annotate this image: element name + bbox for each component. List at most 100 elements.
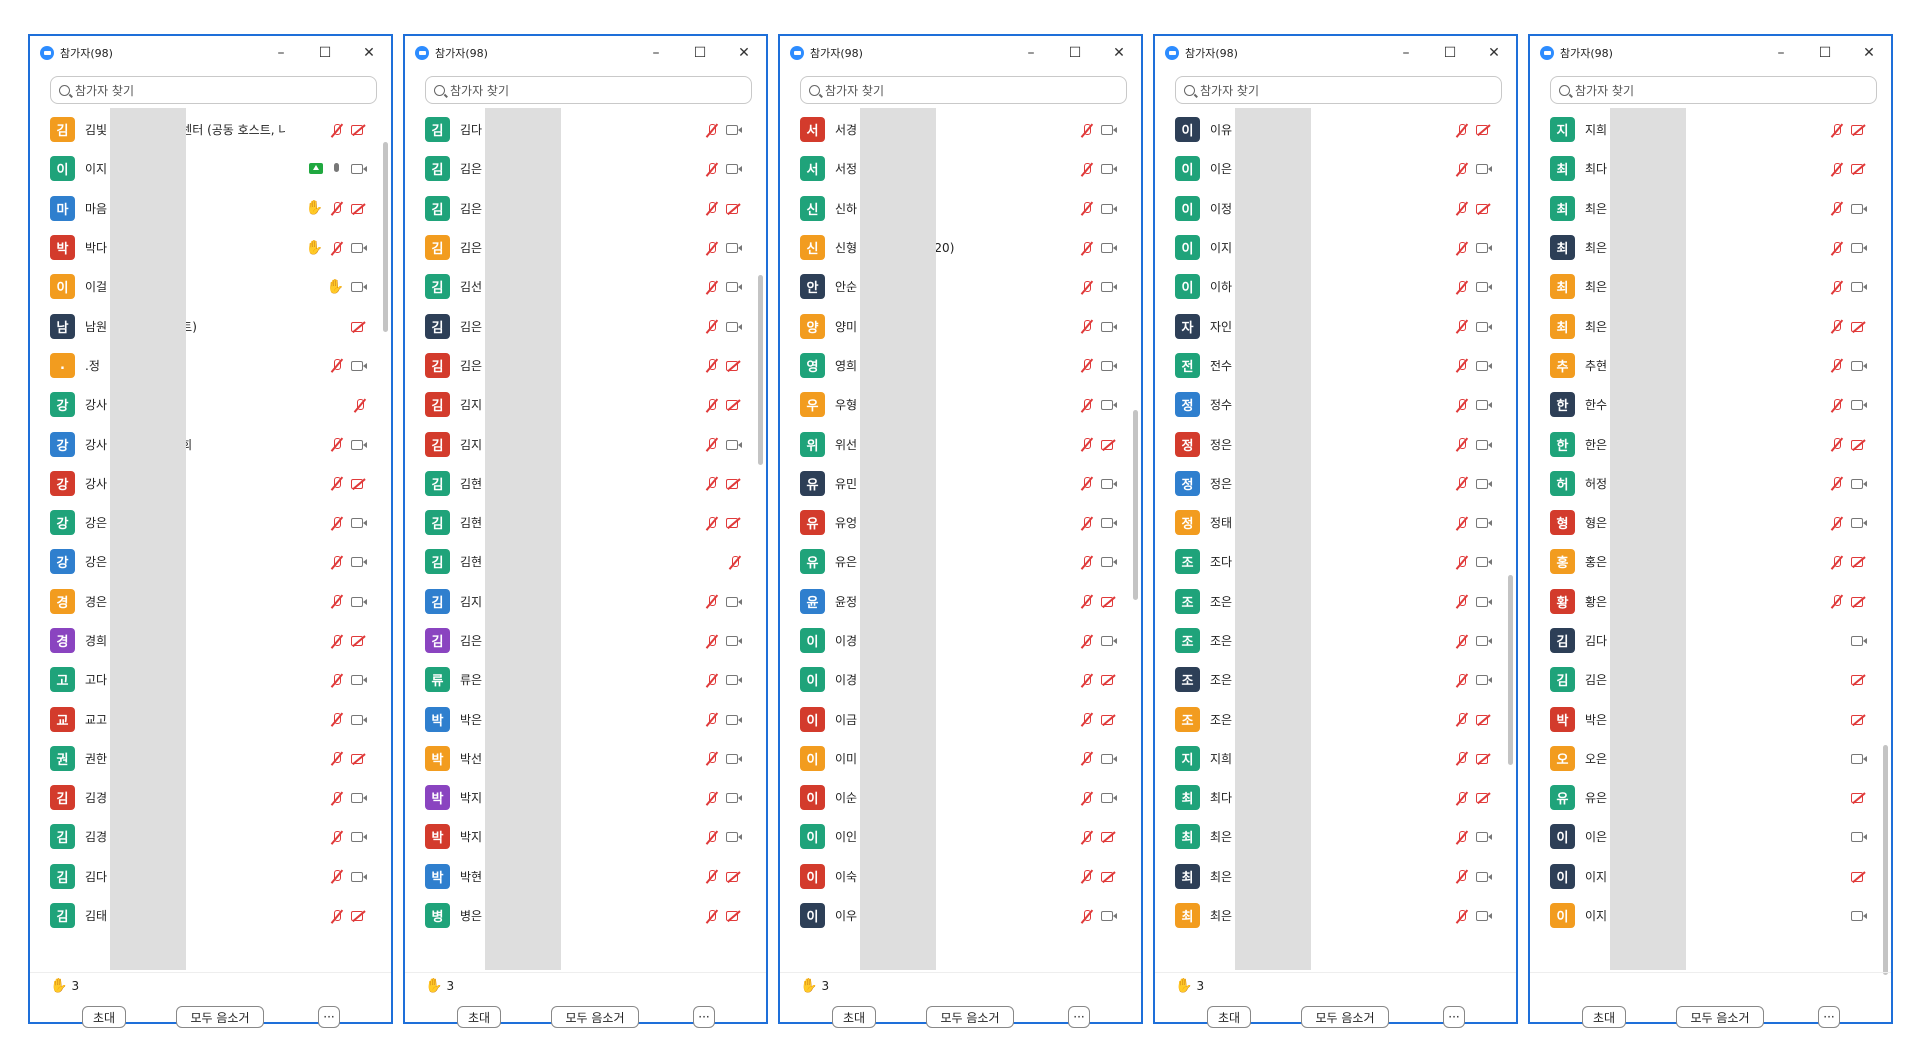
microphone-muted-icon[interactable] — [1080, 869, 1094, 883]
participant-row[interactable]: 형 형은 — [1530, 503, 1881, 542]
participant-row[interactable]: 박 박은 — [405, 699, 756, 738]
participant-row[interactable]: 이 이순 — [780, 778, 1131, 817]
microphone-muted-icon[interactable] — [1455, 909, 1469, 923]
participant-row[interactable]: 박 박다 ✋ — [30, 228, 381, 267]
participant-row[interactable]: 김 김경 — [30, 817, 381, 856]
more-options-button[interactable]: ··· — [1068, 1006, 1090, 1028]
microphone-muted-icon[interactable] — [705, 241, 719, 255]
participant-row[interactable]: 최 최다 — [1530, 149, 1881, 188]
microphone-muted-icon[interactable] — [1080, 201, 1094, 215]
participant-row[interactable]: . .정 — [30, 346, 381, 385]
microphone-muted-icon[interactable] — [1830, 358, 1844, 372]
microphone-muted-icon[interactable] — [1080, 712, 1094, 726]
microphone-muted-icon[interactable] — [1830, 201, 1844, 215]
mute-all-button[interactable]: 모두 음소거 — [1676, 1006, 1764, 1028]
participant-row[interactable]: 추 추현 — [1530, 346, 1881, 385]
maximize-button[interactable]: ☐ — [1803, 45, 1847, 61]
more-options-button[interactable]: ··· — [1443, 1006, 1465, 1028]
maximize-button[interactable]: ☐ — [303, 45, 347, 61]
participant-row[interactable]: 지 지희 — [1155, 739, 1506, 778]
microphone-muted-icon[interactable] — [330, 241, 344, 255]
participant-row[interactable]: 박 박지 — [405, 817, 756, 856]
participant-row[interactable]: 이 이인 — [780, 817, 1131, 856]
microphone-muted-icon[interactable] — [705, 437, 719, 451]
participant-row[interactable]: 김 김현 — [405, 542, 756, 581]
participant-row[interactable]: 김 김선 — [405, 267, 756, 306]
participant-row[interactable]: 김 김현 — [405, 464, 756, 503]
participant-row[interactable]: 오 오은 — [1530, 739, 1881, 778]
microphone-muted-icon[interactable] — [705, 909, 719, 923]
participant-row[interactable]: 이 이유 — [1155, 110, 1506, 149]
microphone-muted-icon[interactable] — [728, 555, 742, 569]
participant-row[interactable]: 정 정은 — [1155, 424, 1506, 463]
participant-row[interactable]: 유 유엉 — [780, 503, 1131, 542]
participant-row[interactable]: 강 강사 — [30, 385, 381, 424]
participant-row[interactable]: 김 김은 — [405, 346, 756, 385]
participant-row[interactable]: 이 이우 — [780, 896, 1131, 935]
participant-row[interactable]: 자 자인 — [1155, 306, 1506, 345]
microphone-muted-icon[interactable] — [1455, 791, 1469, 805]
microphone-muted-icon[interactable] — [1080, 634, 1094, 648]
participant-row[interactable]: 이 이은 — [1155, 149, 1506, 188]
close-button[interactable]: ✕ — [1472, 45, 1516, 61]
participant-row[interactable]: 강 강은 — [30, 503, 381, 542]
microphone-muted-icon[interactable] — [1080, 358, 1094, 372]
microphone-muted-icon[interactable] — [330, 123, 344, 137]
minimize-button[interactable]: – — [1384, 45, 1428, 61]
search-input[interactable]: 참가자 찾기 — [1550, 76, 1877, 104]
participant-row[interactable]: 박 박선 — [405, 739, 756, 778]
microphone-muted-icon[interactable] — [1830, 437, 1844, 451]
microphone-muted-icon[interactable] — [705, 123, 719, 137]
participant-row[interactable]: 최 최다 — [1155, 778, 1506, 817]
microphone-muted-icon[interactable] — [330, 909, 344, 923]
search-input[interactable]: 참가자 찾기 — [1175, 76, 1502, 104]
microphone-muted-icon[interactable] — [1455, 201, 1469, 215]
participant-row[interactable]: 김 김다 — [405, 110, 756, 149]
participant-row[interactable]: 이 이지 — [1530, 857, 1881, 896]
microphone-muted-icon[interactable] — [1455, 594, 1469, 608]
microphone-muted-icon[interactable] — [705, 673, 719, 687]
mute-all-button[interactable]: 모두 음소거 — [926, 1006, 1014, 1028]
search-input[interactable]: 참가자 찾기 — [800, 76, 1127, 104]
scrollbar-thumb[interactable] — [1883, 745, 1888, 975]
microphone-muted-icon[interactable] — [1455, 634, 1469, 648]
microphone-muted-icon[interactable] — [330, 830, 344, 844]
participant-row[interactable]: 김 김지 — [405, 424, 756, 463]
close-button[interactable]: ✕ — [347, 45, 391, 61]
participant-row[interactable]: 지 지희 — [1530, 110, 1881, 149]
participant-row[interactable]: 황 황은 — [1530, 582, 1881, 621]
participant-row[interactable]: 강 강은 — [30, 542, 381, 581]
microphone-muted-icon[interactable] — [1830, 123, 1844, 137]
microphone-muted-icon[interactable] — [1455, 751, 1469, 765]
participant-row[interactable]: 김 김태 — [30, 896, 381, 935]
microphone-muted-icon[interactable] — [705, 280, 719, 294]
participant-row[interactable]: 마 마음 ✋ — [30, 189, 381, 228]
maximize-button[interactable]: ☐ — [1053, 45, 1097, 61]
participant-row[interactable]: 조 조은 — [1155, 699, 1506, 738]
microphone-muted-icon[interactable] — [1830, 476, 1844, 490]
participant-row[interactable]: 병 병은 — [405, 896, 756, 935]
microphone-icon[interactable] — [330, 162, 344, 176]
maximize-button[interactable]: ☐ — [1428, 45, 1472, 61]
minimize-button[interactable]: – — [259, 45, 303, 61]
participant-row[interactable]: 이 이하 — [1155, 267, 1506, 306]
minimize-button[interactable]: – — [1009, 45, 1053, 61]
participant-row[interactable]: 김 김지 — [405, 582, 756, 621]
participant-row[interactable]: 고 고다 — [30, 660, 381, 699]
microphone-muted-icon[interactable] — [1080, 751, 1094, 765]
participant-row[interactable]: 이 이금 — [780, 699, 1131, 738]
invite-button[interactable]: 초대 — [1207, 1006, 1251, 1028]
participant-row[interactable]: 정 정수 — [1155, 385, 1506, 424]
participant-row[interactable]: 조 조은 — [1155, 582, 1506, 621]
participant-row[interactable]: 교 교고 — [30, 699, 381, 738]
microphone-muted-icon[interactable] — [1080, 516, 1094, 530]
microphone-muted-icon[interactable] — [330, 673, 344, 687]
microphone-muted-icon[interactable] — [330, 634, 344, 648]
participant-row[interactable]: 김 김은 — [405, 189, 756, 228]
microphone-muted-icon[interactable] — [330, 476, 344, 490]
microphone-muted-icon[interactable] — [1455, 516, 1469, 530]
microphone-muted-icon[interactable] — [1830, 516, 1844, 530]
invite-button[interactable]: 초대 — [832, 1006, 876, 1028]
participant-row[interactable]: 최 최은 — [1530, 228, 1881, 267]
participant-row[interactable]: 남남원호스트) — [30, 306, 381, 345]
